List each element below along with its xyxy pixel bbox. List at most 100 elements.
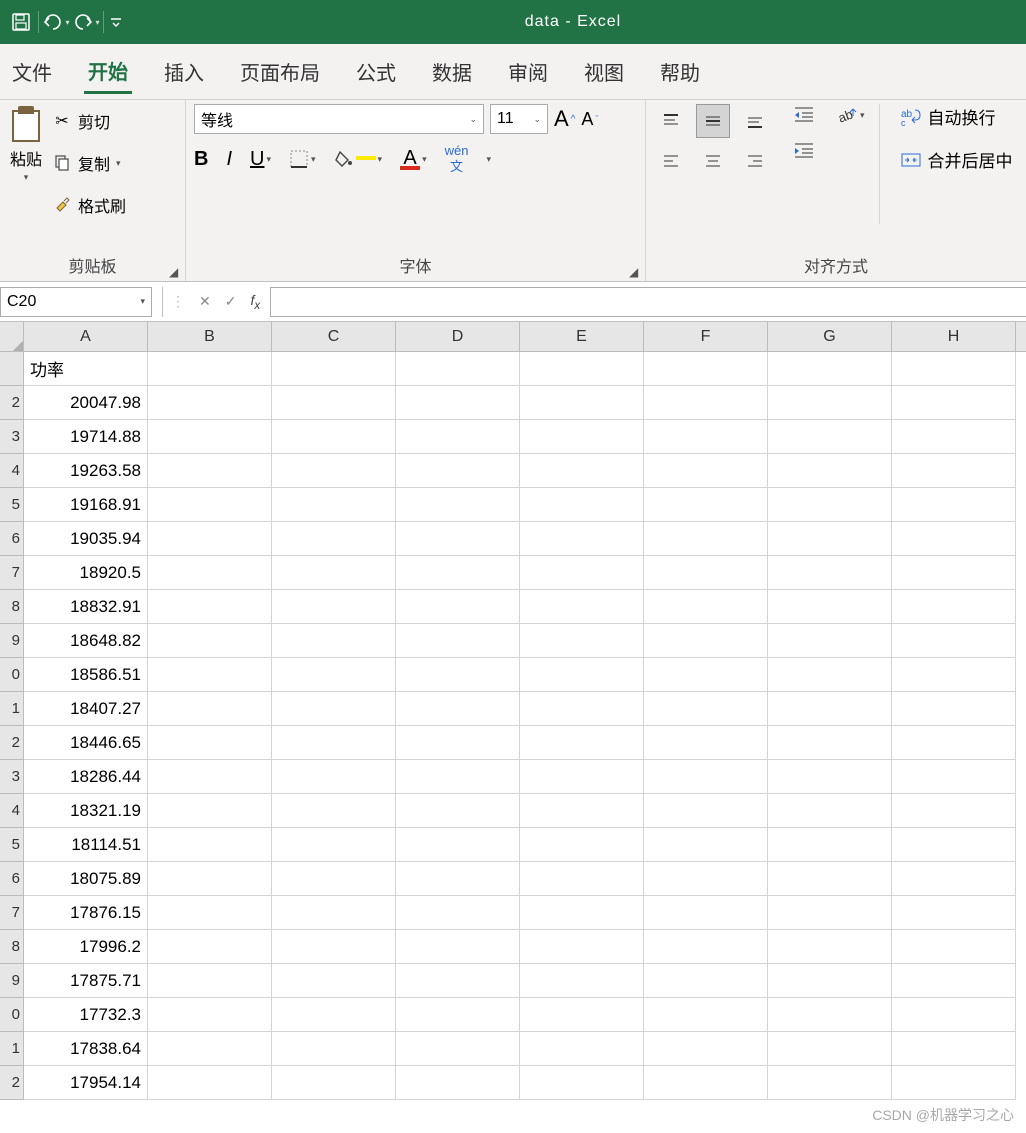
formula-input[interactable] bbox=[270, 287, 1026, 317]
align-bottom-icon[interactable] bbox=[738, 104, 772, 138]
cell[interactable] bbox=[272, 794, 396, 828]
tab-home[interactable]: 开始 bbox=[84, 50, 132, 94]
decrease-indent-icon[interactable] bbox=[792, 104, 816, 124]
border-button[interactable]: ▾ bbox=[289, 149, 316, 169]
cell[interactable] bbox=[148, 352, 272, 386]
cell[interactable] bbox=[520, 692, 644, 726]
cell[interactable] bbox=[768, 1032, 892, 1066]
tab-page-layout[interactable]: 页面布局 bbox=[236, 51, 324, 92]
phonetic-button[interactable]: wén 文 bbox=[445, 144, 469, 175]
cell[interactable] bbox=[644, 1032, 768, 1066]
chevron-down-icon[interactable]: ⌄ bbox=[469, 114, 477, 125]
cell[interactable] bbox=[272, 964, 396, 998]
cell[interactable] bbox=[768, 556, 892, 590]
cell[interactable] bbox=[644, 930, 768, 964]
cell[interactable] bbox=[148, 896, 272, 930]
cell[interactable] bbox=[148, 964, 272, 998]
paste-button[interactable]: 粘贴 ▾ bbox=[8, 104, 44, 183]
cell[interactable] bbox=[768, 896, 892, 930]
cell[interactable] bbox=[768, 658, 892, 692]
cell[interactable] bbox=[520, 556, 644, 590]
cell[interactable] bbox=[396, 964, 520, 998]
cell[interactable] bbox=[892, 896, 1016, 930]
increase-font-icon[interactable]: A^ bbox=[554, 106, 575, 132]
cell[interactable] bbox=[892, 930, 1016, 964]
cell[interactable] bbox=[520, 998, 644, 1032]
cell[interactable] bbox=[396, 1066, 520, 1100]
cell[interactable] bbox=[272, 488, 396, 522]
cell[interactable] bbox=[644, 896, 768, 930]
cell[interactable]: 19035.94 bbox=[24, 522, 148, 556]
cell[interactable]: 功率 bbox=[24, 352, 148, 386]
cell[interactable] bbox=[396, 420, 520, 454]
row-header[interactable]: 2 bbox=[0, 386, 24, 420]
cell[interactable] bbox=[396, 624, 520, 658]
cell[interactable] bbox=[768, 386, 892, 420]
cell[interactable] bbox=[892, 862, 1016, 896]
cell[interactable] bbox=[892, 386, 1016, 420]
cell[interactable] bbox=[644, 658, 768, 692]
tab-help[interactable]: 帮助 bbox=[656, 51, 704, 92]
merge-center-button[interactable]: 合并后居中 bbox=[900, 147, 1013, 172]
cell[interactable] bbox=[892, 522, 1016, 556]
row-header[interactable]: 2 bbox=[0, 726, 24, 760]
select-all-corner[interactable] bbox=[0, 322, 24, 351]
cell[interactable] bbox=[892, 726, 1016, 760]
cell[interactable] bbox=[520, 930, 644, 964]
cell[interactable] bbox=[396, 896, 520, 930]
col-header[interactable]: B bbox=[148, 322, 272, 351]
cell[interactable] bbox=[396, 386, 520, 420]
row-header[interactable]: 7 bbox=[0, 896, 24, 930]
cell[interactable] bbox=[396, 862, 520, 896]
cell[interactable] bbox=[892, 658, 1016, 692]
cell[interactable] bbox=[520, 420, 644, 454]
row-header[interactable]: 6 bbox=[0, 862, 24, 896]
cell[interactable] bbox=[644, 420, 768, 454]
cell[interactable] bbox=[148, 794, 272, 828]
cell[interactable] bbox=[272, 624, 396, 658]
cell[interactable] bbox=[644, 352, 768, 386]
cell[interactable] bbox=[272, 930, 396, 964]
cell[interactable] bbox=[148, 488, 272, 522]
cell[interactable] bbox=[148, 1066, 272, 1100]
cell[interactable]: 17876.15 bbox=[24, 896, 148, 930]
cell[interactable] bbox=[644, 692, 768, 726]
cell[interactable] bbox=[644, 964, 768, 998]
dialog-launcher-icon[interactable]: ◢ bbox=[629, 265, 643, 279]
italic-button[interactable]: I bbox=[226, 148, 232, 171]
align-center-icon[interactable] bbox=[696, 144, 730, 178]
font-color-button[interactable]: A ▾ bbox=[400, 148, 427, 170]
cell[interactable] bbox=[272, 760, 396, 794]
cell[interactable] bbox=[272, 590, 396, 624]
fx-icon[interactable]: fx bbox=[250, 292, 260, 312]
cell[interactable] bbox=[892, 964, 1016, 998]
cell[interactable] bbox=[520, 352, 644, 386]
tab-formulas[interactable]: 公式 bbox=[352, 51, 400, 92]
cell[interactable] bbox=[892, 794, 1016, 828]
cell[interactable] bbox=[272, 1066, 396, 1100]
cell[interactable] bbox=[520, 760, 644, 794]
cell[interactable] bbox=[520, 794, 644, 828]
tab-view[interactable]: 视图 bbox=[580, 51, 628, 92]
cell[interactable] bbox=[768, 1066, 892, 1100]
cell[interactable] bbox=[768, 420, 892, 454]
cell[interactable] bbox=[148, 624, 272, 658]
cell[interactable] bbox=[768, 998, 892, 1032]
align-middle-icon[interactable] bbox=[696, 104, 730, 138]
row-header[interactable]: 8 bbox=[0, 590, 24, 624]
cell[interactable]: 18920.5 bbox=[24, 556, 148, 590]
cell[interactable] bbox=[644, 386, 768, 420]
cell[interactable] bbox=[396, 352, 520, 386]
cell[interactable] bbox=[892, 1066, 1016, 1100]
cell[interactable] bbox=[272, 352, 396, 386]
cell[interactable] bbox=[892, 352, 1016, 386]
cell[interactable] bbox=[768, 590, 892, 624]
cell[interactable] bbox=[272, 1032, 396, 1066]
decrease-font-icon[interactable]: Aˇ bbox=[581, 109, 598, 130]
chevron-down-icon[interactable]: ▾ bbox=[65, 18, 69, 27]
chevron-down-icon[interactable]: ▾ bbox=[486, 154, 491, 165]
tab-data[interactable]: 数据 bbox=[428, 51, 476, 92]
chevron-down-icon[interactable]: ▾ bbox=[311, 154, 316, 165]
col-header[interactable]: H bbox=[892, 322, 1016, 351]
cell[interactable] bbox=[148, 420, 272, 454]
